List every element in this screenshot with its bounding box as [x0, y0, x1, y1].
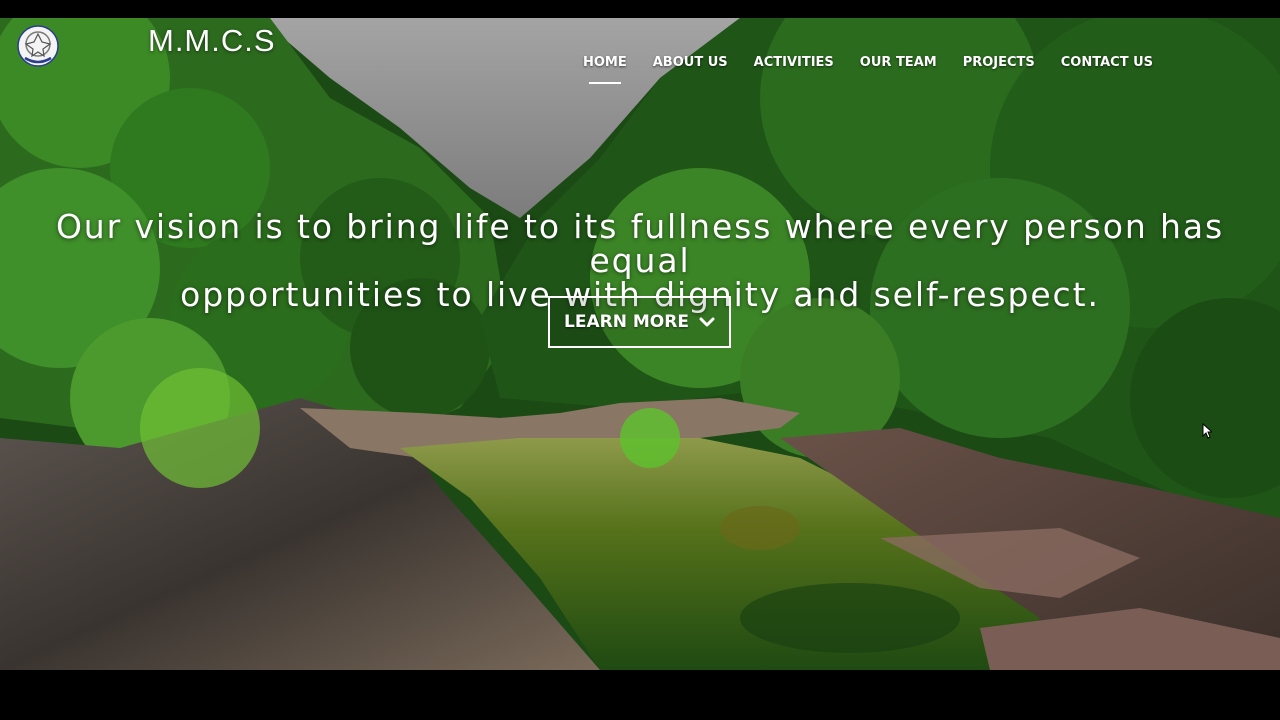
nav-contact-us[interactable]: CONTACT US — [1061, 55, 1153, 70]
vision-line-1: Our vision is to bring life to its fulln… — [55, 207, 1225, 280]
learn-more-label: LEARN MORE — [564, 312, 689, 332]
brand-name[interactable]: M.M.C.S — [148, 23, 276, 59]
nav-about-us[interactable]: ABOUT US — [653, 55, 728, 70]
nav-projects[interactable]: PROJECTS — [963, 55, 1035, 70]
nav-home[interactable]: HOME — [583, 55, 627, 84]
nav-our-team[interactable]: OUR TEAM — [860, 55, 937, 70]
hero-section: M.M.C.S HOME ABOUT US ACTIVITIES OUR TEA… — [0, 18, 1280, 670]
nav-activities[interactable]: ACTIVITIES — [754, 55, 834, 70]
learn-more-button[interactable]: LEARN MORE — [548, 296, 731, 348]
chevron-down-icon — [699, 317, 715, 327]
main-nav: HOME ABOUT US ACTIVITIES OUR TEAM PROJEC… — [583, 55, 1179, 84]
emblem-logo-icon[interactable] — [17, 25, 59, 67]
mouse-cursor-icon — [1202, 423, 1212, 439]
